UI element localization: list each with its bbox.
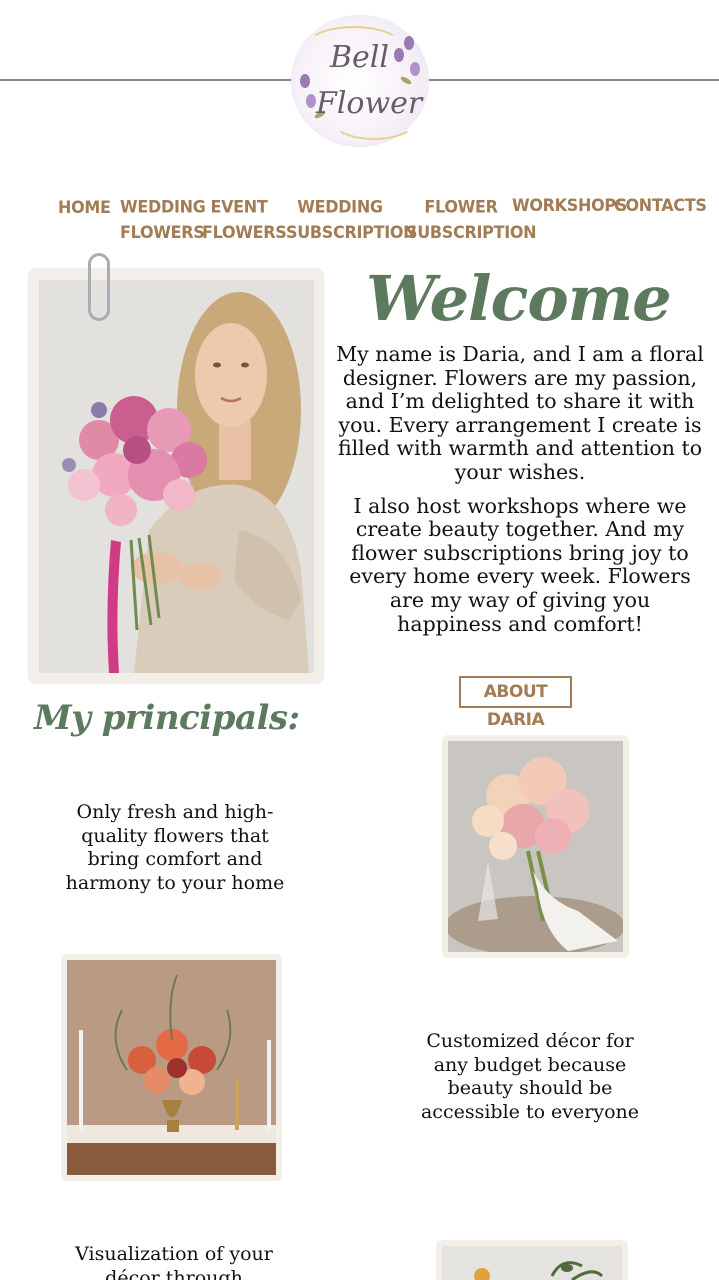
portrait-illustration (39, 280, 314, 673)
principle-text: Visualization of your décor through (75, 1243, 273, 1280)
nav-workshops[interactable]: WORKSHOPS (512, 193, 627, 218)
main-navigation: HOME WEDDING FLOWERS EVENT FLOWERS WEDDI… (0, 194, 719, 246)
nav-home[interactable]: HOME (58, 195, 111, 220)
portrait-frame (28, 268, 324, 684)
principle-text: Customized décor for any budget because … (420, 1030, 640, 1123)
intro-paragraph: I also host workshops where we create be… (349, 493, 691, 636)
logo-flower-icon (394, 48, 404, 62)
nav-wedding-subscription[interactable]: WEDDING SUBSCRIPTION (286, 195, 417, 245)
table-decor-photo-frame (61, 954, 282, 1181)
nav-wedding-flowers[interactable]: WEDDING FLOWERS (120, 195, 206, 245)
logo-flower-icon (404, 36, 414, 50)
visualization-photo (442, 1246, 622, 1280)
bouquet-photo-frame (442, 735, 629, 958)
table-decor-photo (67, 960, 276, 1175)
welcome-heading: Welcome (366, 262, 672, 335)
intro-paragraph: My name is Daria, and I am a floral desi… (336, 342, 704, 484)
bouquet-photo (448, 741, 623, 952)
bouquet-illustration (448, 741, 623, 952)
intro-text: My name is Daria, and I am a floral desi… (336, 342, 704, 646)
visualization-photo-frame (436, 1240, 628, 1280)
visualization-illustration (442, 1246, 622, 1280)
portrait-photo (39, 280, 314, 673)
nav-event-flowers[interactable]: EVENT FLOWERS (202, 195, 287, 245)
logo-flower-icon (306, 94, 316, 108)
paperclip-icon (88, 253, 110, 321)
logo-text-flower: Flower (316, 86, 423, 121)
logo-flower-icon (300, 74, 310, 88)
principle-text: Only fresh and high-quality flowers that… (65, 801, 285, 894)
logo-leaf-icon (399, 75, 413, 86)
nav-contacts[interactable]: CONTACTS (614, 193, 707, 218)
nav-flower-subscription[interactable]: FLOWER SUBSCRIPTION (406, 195, 537, 245)
logo-flower-icon (410, 62, 420, 76)
principals-heading: My principals: (34, 698, 300, 738)
logo-text-bell: Bell (330, 40, 389, 75)
bell-flower-logo[interactable]: Bell Flower (291, 15, 429, 147)
table-decor-illustration (67, 960, 276, 1175)
about-daria-button[interactable]: ABOUT DARIA (459, 676, 572, 730)
